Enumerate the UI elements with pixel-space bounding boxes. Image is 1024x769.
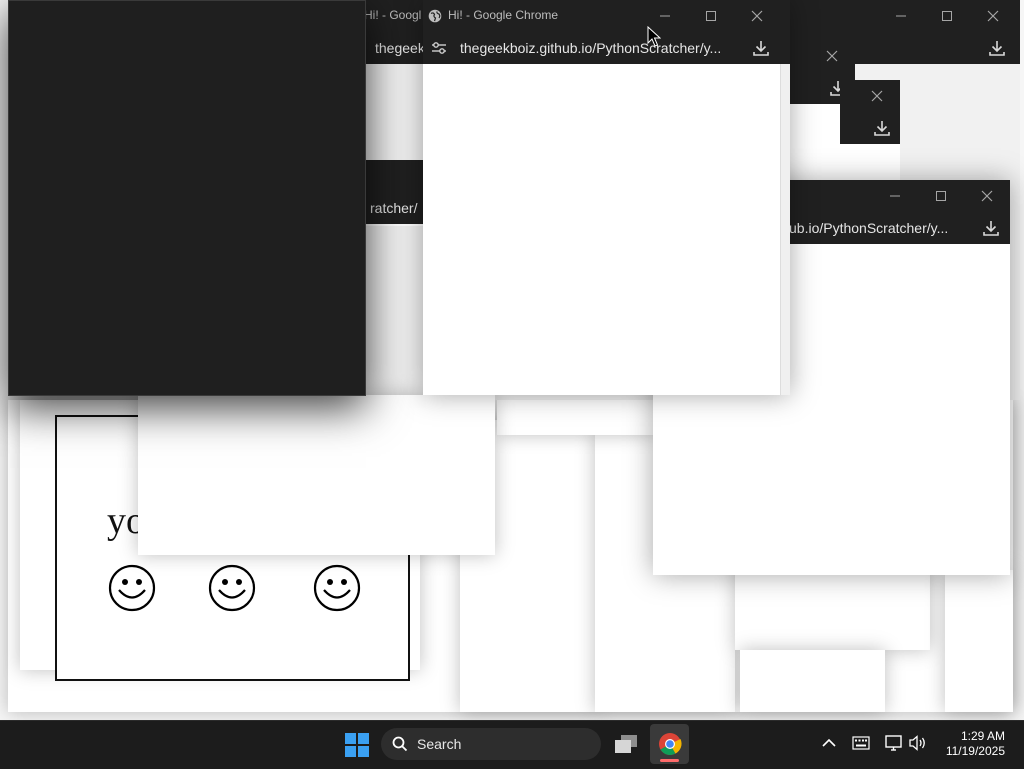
chrome-icon [659,733,682,755]
minimize-button[interactable] [878,0,924,32]
close-icon [981,190,993,202]
clock-date: 11/19/2025 [945,744,1005,758]
minimize-icon [896,15,906,17]
close-button[interactable] [970,0,1016,32]
globe-icon [428,9,442,23]
network-icon[interactable] [884,734,904,752]
maximize-button[interactable] [924,0,970,32]
window-title: Hi! - Google Chrome [448,8,559,22]
minimize-icon [890,195,900,197]
taskbar-chrome-button[interactable] [650,724,689,764]
close-icon [751,10,763,22]
url-text[interactable]: ratcher/ [370,200,417,216]
minimize-button[interactable] [872,180,918,212]
close-icon [987,10,999,22]
background-window-panel [138,395,495,555]
keyboard-icon[interactable] [852,736,870,750]
close-button[interactable] [854,80,900,112]
title-bar[interactable] [780,40,855,72]
title-bar[interactable] [360,160,425,192]
taskbar-clock[interactable]: 1:29 AM 11/19/2025 [936,729,1014,761]
start-button[interactable] [340,728,374,760]
title-bar[interactable] [840,80,900,112]
windows-logo-icon [345,733,369,757]
download-icon [983,221,999,236]
desktop: Hi! - Googl thegeek ub.io/PythonScratche… [0,0,1024,720]
mouse-cursor-icon [647,26,661,47]
search-icon [392,736,408,752]
background-window-panel [497,395,657,435]
address-bar[interactable]: ratcher/ [360,192,425,224]
popup-window-front[interactable]: Hi! - Google Chrome thegeekboiz.github.i… [423,0,790,395]
maximize-icon [706,11,716,21]
search-placeholder: Search [417,736,462,752]
window-scrollbar[interactable] [780,64,790,395]
window-title: Hi! - Googl [364,8,422,22]
maximize-icon [936,191,946,201]
taskbar-search-box[interactable]: Search [381,728,601,760]
title-bar[interactable]: Hi! - Google Chrome [423,0,790,32]
clock-time: 1:29 AM [960,729,1005,743]
close-icon [871,90,883,102]
task-view-icon [615,735,637,753]
download-button[interactable] [987,38,1009,60]
address-bar[interactable]: thegeekboiz.github.io/PythonScratcher/y.… [423,32,790,64]
maximize-button[interactable] [688,0,734,32]
download-button[interactable] [751,38,773,60]
url-text[interactable]: thegeekboiz.github.io/PythonScratcher/y.… [460,40,721,56]
download-icon [753,41,769,56]
chevron-up-icon[interactable] [822,738,836,748]
maximize-button[interactable] [918,180,964,212]
dark-blank-window[interactable] [8,0,366,396]
background-window-panel [945,570,1013,712]
download-icon [874,121,890,136]
minimize-icon [660,15,670,17]
close-button[interactable] [964,180,1010,212]
download-button[interactable] [981,218,1003,240]
active-indicator [660,759,679,762]
background-window-panel [740,650,885,712]
url-text[interactable]: ub.io/PythonScratcher/y... [789,220,948,236]
close-icon [826,50,838,62]
address-bar[interactable] [840,112,900,144]
download-icon [989,41,1005,56]
url-text[interactable]: thegeek [375,40,425,56]
smiley-icon [313,564,361,612]
popup-window-mid-left[interactable]: ratcher/ [360,160,425,226]
volume-icon[interactable] [908,735,928,751]
close-button[interactable] [734,0,780,32]
maximize-icon [942,11,952,21]
task-view-button[interactable] [610,728,642,760]
close-button[interactable] [809,40,855,72]
download-button[interactable] [872,118,894,140]
site-settings-icon[interactable] [431,41,447,55]
smiley-icon [208,564,256,612]
smiley-icon [108,564,156,612]
